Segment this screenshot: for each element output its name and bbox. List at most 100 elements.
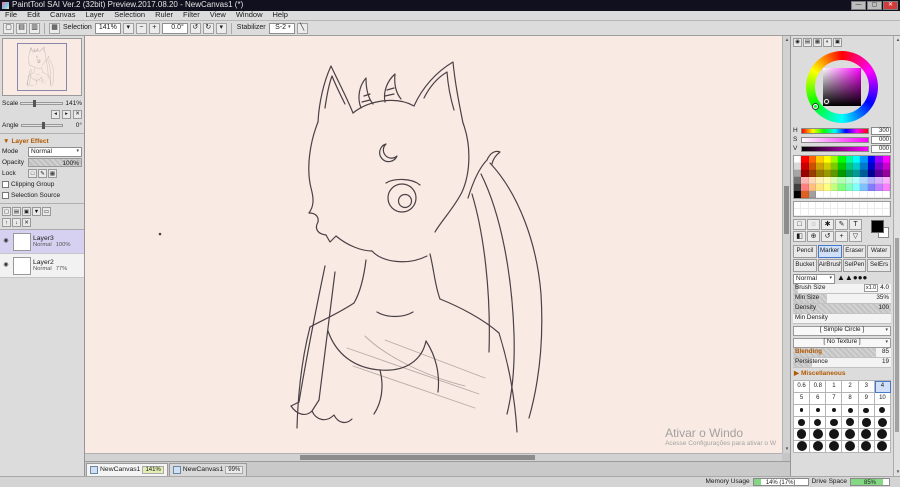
- palette-swatch[interactable]: [882, 202, 890, 209]
- palette-swatch[interactable]: [845, 170, 854, 177]
- palette-swatch[interactable]: [808, 191, 817, 198]
- size-preset[interactable]: [826, 428, 843, 441]
- primary-color-swatch[interactable]: [871, 220, 884, 233]
- rotate-cw-icon[interactable]: ↻: [202, 22, 214, 34]
- palette-swatch[interactable]: [867, 202, 876, 209]
- palette-swatch[interactable]: [838, 191, 846, 198]
- palette-swatch[interactable]: [808, 156, 817, 163]
- tool-selers[interactable]: SelErs: [867, 258, 891, 272]
- size-preset[interactable]: [826, 416, 843, 429]
- sv-cursor[interactable]: [824, 99, 829, 104]
- palette-swatch[interactable]: [816, 170, 824, 177]
- swatches-tab-icon[interactable]: ▦: [813, 38, 822, 47]
- size-preset[interactable]: 9: [858, 392, 875, 405]
- stroke-style-icon[interactable]: ╲: [296, 22, 308, 34]
- size-preset[interactable]: [842, 416, 859, 429]
- palette-swatch[interactable]: [794, 209, 802, 216]
- palette-swatch[interactable]: [882, 184, 890, 191]
- palette-swatch[interactable]: [808, 177, 817, 184]
- palette-swatch[interactable]: [794, 163, 802, 170]
- vertical-scroll-thumb[interactable]: [784, 186, 789, 234]
- layer-row[interactable]: ◉ Layer3 Normal 100%: [0, 230, 84, 255]
- palette-swatch[interactable]: [860, 202, 868, 209]
- panel-scrollbar[interactable]: ▲ ▼: [893, 36, 900, 476]
- palette-swatch[interactable]: [860, 184, 868, 191]
- angle-slider[interactable]: [20, 122, 63, 129]
- palette-swatch[interactable]: [816, 177, 824, 184]
- tool-bucket[interactable]: Bucket: [793, 258, 817, 272]
- size-preset[interactable]: 2: [842, 380, 859, 393]
- layer-effect-section[interactable]: ▼ Layer Effect: [0, 136, 84, 146]
- color-wheel-tab-icon[interactable]: ◉: [793, 38, 802, 47]
- angle-value[interactable]: 0.0°: [161, 22, 188, 34]
- canvas-tab[interactable]: NewCanvas1 141%: [86, 463, 168, 476]
- menu-canvas[interactable]: Canvas: [45, 11, 80, 20]
- scroll-up-icon[interactable]: ▲: [894, 36, 900, 44]
- palette-swatch[interactable]: [875, 163, 883, 170]
- size-preset[interactable]: 4: [874, 380, 891, 393]
- palette-swatch[interactable]: [823, 191, 831, 198]
- tool-selpen[interactable]: SelPen: [842, 258, 867, 272]
- palette-swatch[interactable]: [853, 163, 861, 170]
- menu-selection[interactable]: Selection: [109, 11, 150, 20]
- tool-marker[interactable]: Marker: [817, 245, 842, 258]
- palette-swatch[interactable]: [838, 170, 846, 177]
- palette-swatch[interactable]: [794, 191, 802, 198]
- palette-swatch[interactable]: [830, 184, 839, 191]
- palette-swatch[interactable]: [867, 191, 876, 198]
- zoom-dropdown-icon[interactable]: ▾: [122, 22, 134, 34]
- grid-view-icon[interactable]: ▥: [29, 22, 40, 34]
- palette-swatch[interactable]: [867, 184, 876, 191]
- size-preset[interactable]: 8: [842, 392, 859, 405]
- hue-ring[interactable]: [806, 51, 878, 123]
- move-layer-down-icon[interactable]: ↓: [12, 218, 21, 228]
- size-preset[interactable]: [826, 440, 843, 453]
- param-density[interactable]: Density 100: [793, 303, 891, 314]
- palette-swatch[interactable]: [882, 191, 890, 198]
- param-persistence[interactable]: Persistence 19: [793, 357, 891, 368]
- palette-swatch[interactable]: [801, 184, 809, 191]
- palette-swatch[interactable]: [882, 209, 890, 216]
- size-preset[interactable]: 7: [826, 392, 843, 405]
- mixer-tab-icon[interactable]: ◐: [823, 38, 832, 47]
- delete-layer-icon[interactable]: ✕: [22, 218, 31, 228]
- palette-swatch[interactable]: [867, 177, 876, 184]
- reset-icon[interactable]: ✕: [73, 110, 82, 119]
- palette-swatch[interactable]: [853, 170, 861, 177]
- palette-swatch[interactable]: [875, 156, 883, 163]
- zoom-value[interactable]: 141%: [94, 22, 121, 34]
- palette-swatch[interactable]: [816, 163, 824, 170]
- palette-swatch[interactable]: [860, 163, 868, 170]
- tool-eraser[interactable]: Eraser: [842, 245, 867, 258]
- step-down-icon[interactable]: ◂: [51, 110, 60, 119]
- palette-swatch[interactable]: [882, 177, 890, 184]
- brush-tip-icon[interactable]: ▲: [845, 273, 853, 282]
- hue-cursor[interactable]: [813, 104, 818, 109]
- size-preset[interactable]: 10: [874, 392, 891, 405]
- palette-swatch[interactable]: [823, 177, 831, 184]
- palette-swatch[interactable]: [845, 163, 854, 170]
- palette-swatch[interactable]: [867, 170, 876, 177]
- canvas-tab[interactable]: NewCanvas1 99%: [168, 463, 248, 476]
- palette-swatch[interactable]: [823, 156, 831, 163]
- size-preset[interactable]: [874, 404, 891, 417]
- size-preset[interactable]: [858, 404, 875, 417]
- palette-swatch[interactable]: [816, 156, 824, 163]
- duplicate-layer-icon[interactable]: ▣: [22, 207, 31, 217]
- palette-swatch[interactable]: [801, 209, 809, 216]
- param-min-size[interactable]: Min Size 35%: [793, 293, 891, 304]
- size-preset[interactable]: [842, 428, 859, 441]
- menu-layer[interactable]: Layer: [80, 11, 109, 20]
- layer-row[interactable]: ◉ Layer2 Normal 77%: [0, 254, 84, 279]
- palette-swatch[interactable]: [838, 184, 846, 191]
- eye-icon[interactable]: ◉: [1, 262, 11, 269]
- palette-swatch[interactable]: [801, 163, 809, 170]
- clear-layer-icon[interactable]: ▭: [42, 207, 51, 217]
- palette-swatch[interactable]: [853, 184, 861, 191]
- size-preset[interactable]: [794, 440, 811, 453]
- scale-slider-thumb[interactable]: [33, 100, 37, 107]
- miscellaneous-section[interactable]: ▶ Miscellaneous: [791, 368, 893, 378]
- tool-pencil[interactable]: Pencil: [793, 245, 817, 258]
- new-view-icon[interactable]: ▢: [3, 22, 14, 34]
- maximize-button[interactable]: ▢: [867, 1, 882, 10]
